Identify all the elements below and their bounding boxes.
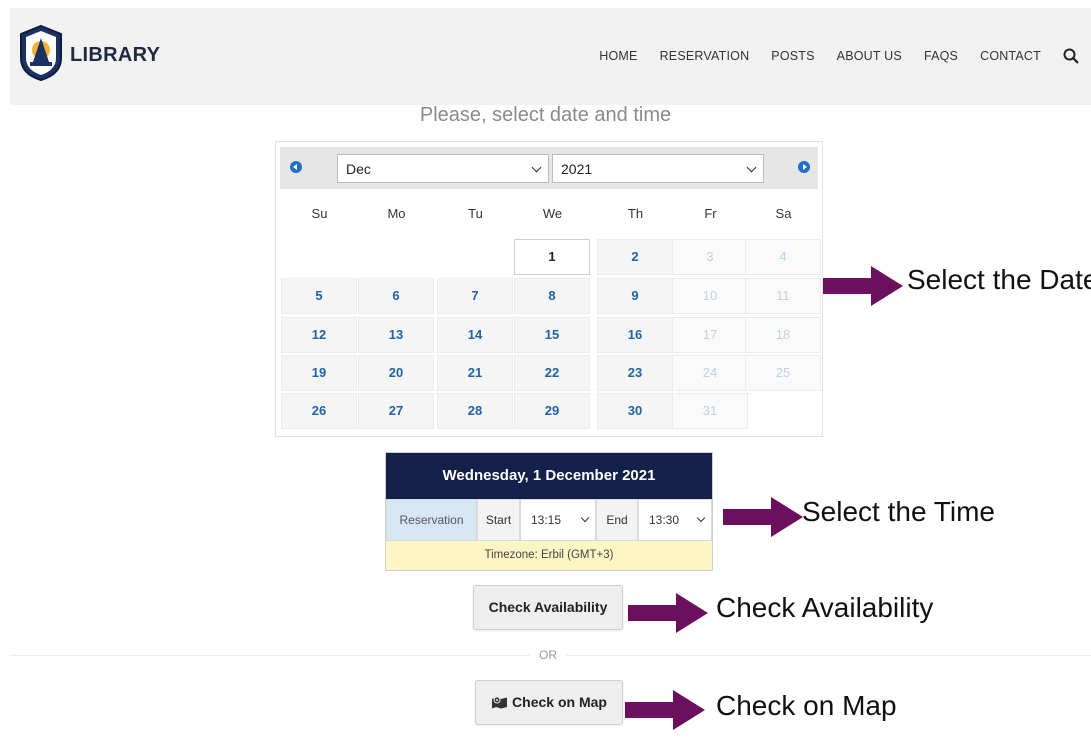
calendar-day[interactable]: 28 xyxy=(437,393,513,429)
weekday-header: Fr xyxy=(704,206,717,221)
nav-posts[interactable]: POSTS xyxy=(771,49,814,63)
calendar-day: 25 xyxy=(745,355,821,391)
chevron-down-icon xyxy=(696,513,706,523)
year-select[interactable]: 2021 xyxy=(552,154,764,183)
calendar-day[interactable]: 30 xyxy=(597,393,673,429)
end-label: End xyxy=(596,499,638,541)
calendar-day[interactable]: 6 xyxy=(358,278,434,314)
calendar-day[interactable]: 23 xyxy=(597,355,673,391)
chevron-down-icon xyxy=(746,162,757,173)
date-picker-calendar: Dec 2021 Su Mo Tu We Th Fr Sa 1 2 3 4 5 6 7 8 9 10 11 12 13… xyxy=(275,141,823,437)
calendar-day: 10 xyxy=(672,278,748,314)
weekday-header: Su xyxy=(311,206,328,221)
check-availability-annotation: Check Availability xyxy=(716,592,934,623)
chevron-down-icon xyxy=(580,513,590,523)
end-time-select[interactable]: 13:30 xyxy=(638,499,712,541)
weekday-header: Tu xyxy=(468,206,483,221)
nav-about-us[interactable]: ABOUT US xyxy=(837,49,902,63)
nav-home[interactable]: HOME xyxy=(599,49,637,63)
calendar-day: 17 xyxy=(672,317,748,353)
calendar-day[interactable]: 12 xyxy=(281,317,357,353)
calendar-day: 11 xyxy=(745,278,821,314)
calendar-day[interactable]: 16 xyxy=(597,317,673,353)
calendar-day[interactable]: 21 xyxy=(437,355,513,391)
calendar-day[interactable]: 19 xyxy=(281,355,357,391)
weekday-header: Mo xyxy=(387,206,406,221)
weekday-header: Sa xyxy=(775,206,792,221)
calendar-day[interactable]: 20 xyxy=(358,355,434,391)
calendar-day[interactable]: 1 xyxy=(514,239,590,275)
next-month-icon[interactable] xyxy=(798,161,810,173)
calendar-day[interactable]: 2 xyxy=(597,239,673,275)
calendar-day[interactable]: 15 xyxy=(514,317,590,353)
nav-faqs[interactable]: FAQS xyxy=(924,49,958,63)
reservation-label: Reservation xyxy=(386,499,477,541)
arrow-right-icon xyxy=(628,593,708,633)
weekday-header: We xyxy=(542,206,563,221)
or-separator: OR xyxy=(530,648,566,662)
calendar-day[interactable]: 13 xyxy=(358,317,434,353)
previous-month-icon[interactable] xyxy=(290,161,302,173)
month-select[interactable]: Dec xyxy=(337,154,549,183)
check-on-map-button[interactable]: Check on Map xyxy=(475,680,623,725)
calendar-day[interactable]: 26 xyxy=(281,393,357,429)
calendar-day[interactable]: 8 xyxy=(514,278,590,314)
start-label: Start xyxy=(477,499,520,541)
calendar-day[interactable]: 27 xyxy=(358,393,434,429)
arrow-right-icon xyxy=(625,690,705,730)
library-logo[interactable] xyxy=(18,24,64,82)
chevron-down-icon xyxy=(531,162,542,173)
selected-date-title: Wednesday, 1 December 2021 xyxy=(386,453,712,499)
select-time-annotation: Select the Time xyxy=(802,496,995,527)
calendar-header: Dec 2021 xyxy=(280,147,818,189)
calendar-day[interactable]: 14 xyxy=(437,317,513,353)
time-picker: Wednesday, 1 December 2021 Reservation S… xyxy=(385,452,713,571)
start-time-select[interactable]: 13:15 xyxy=(520,499,596,541)
weekday-header: Th xyxy=(627,206,644,221)
month-select-value: Dec xyxy=(346,161,371,177)
calendar-day: 4 xyxy=(745,239,821,275)
check-on-map-label: Check on Map xyxy=(512,694,607,710)
calendar-day: 24 xyxy=(672,355,748,391)
end-time-value: 13:30 xyxy=(649,513,680,527)
calendar-day: 18 xyxy=(745,317,821,353)
start-time-value: 13:15 xyxy=(531,513,562,527)
arrow-right-icon xyxy=(823,266,903,306)
check-availability-button[interactable]: Check Availability xyxy=(473,585,623,630)
time-row: Reservation Start 13:15 End 13:30 xyxy=(386,499,712,541)
calendar-day[interactable]: 5 xyxy=(281,278,357,314)
main-nav: HOME RESERVATION POSTS ABOUT US FAQS CON… xyxy=(577,48,1079,64)
calendar-day[interactable]: 7 xyxy=(437,278,513,314)
arrow-right-icon xyxy=(723,497,803,537)
calendar-day: 31 xyxy=(672,393,748,429)
select-date-prompt: Please, select date and time xyxy=(419,104,672,126)
calendar-day[interactable]: 29 xyxy=(514,393,590,429)
site-header: LIBRARY HOME RESERVATION POSTS ABOUT US … xyxy=(10,8,1091,105)
check-on-map-annotation: Check on Map xyxy=(716,690,897,721)
year-select-value: 2021 xyxy=(561,161,593,177)
map-marker-icon xyxy=(492,696,508,709)
calendar-day[interactable]: 9 xyxy=(597,278,673,314)
timezone-note: Timezone: Erbil (GMT+3) xyxy=(386,541,712,570)
nav-contact[interactable]: CONTACT xyxy=(980,49,1041,63)
search-icon[interactable] xyxy=(1063,48,1079,64)
calendar-day: 3 xyxy=(672,239,748,275)
nav-reservation[interactable]: RESERVATION xyxy=(660,49,750,63)
calendar-day[interactable]: 22 xyxy=(514,355,590,391)
select-date-annotation: Select the Date xyxy=(907,264,1091,295)
brand-name[interactable]: LIBRARY xyxy=(70,44,160,67)
